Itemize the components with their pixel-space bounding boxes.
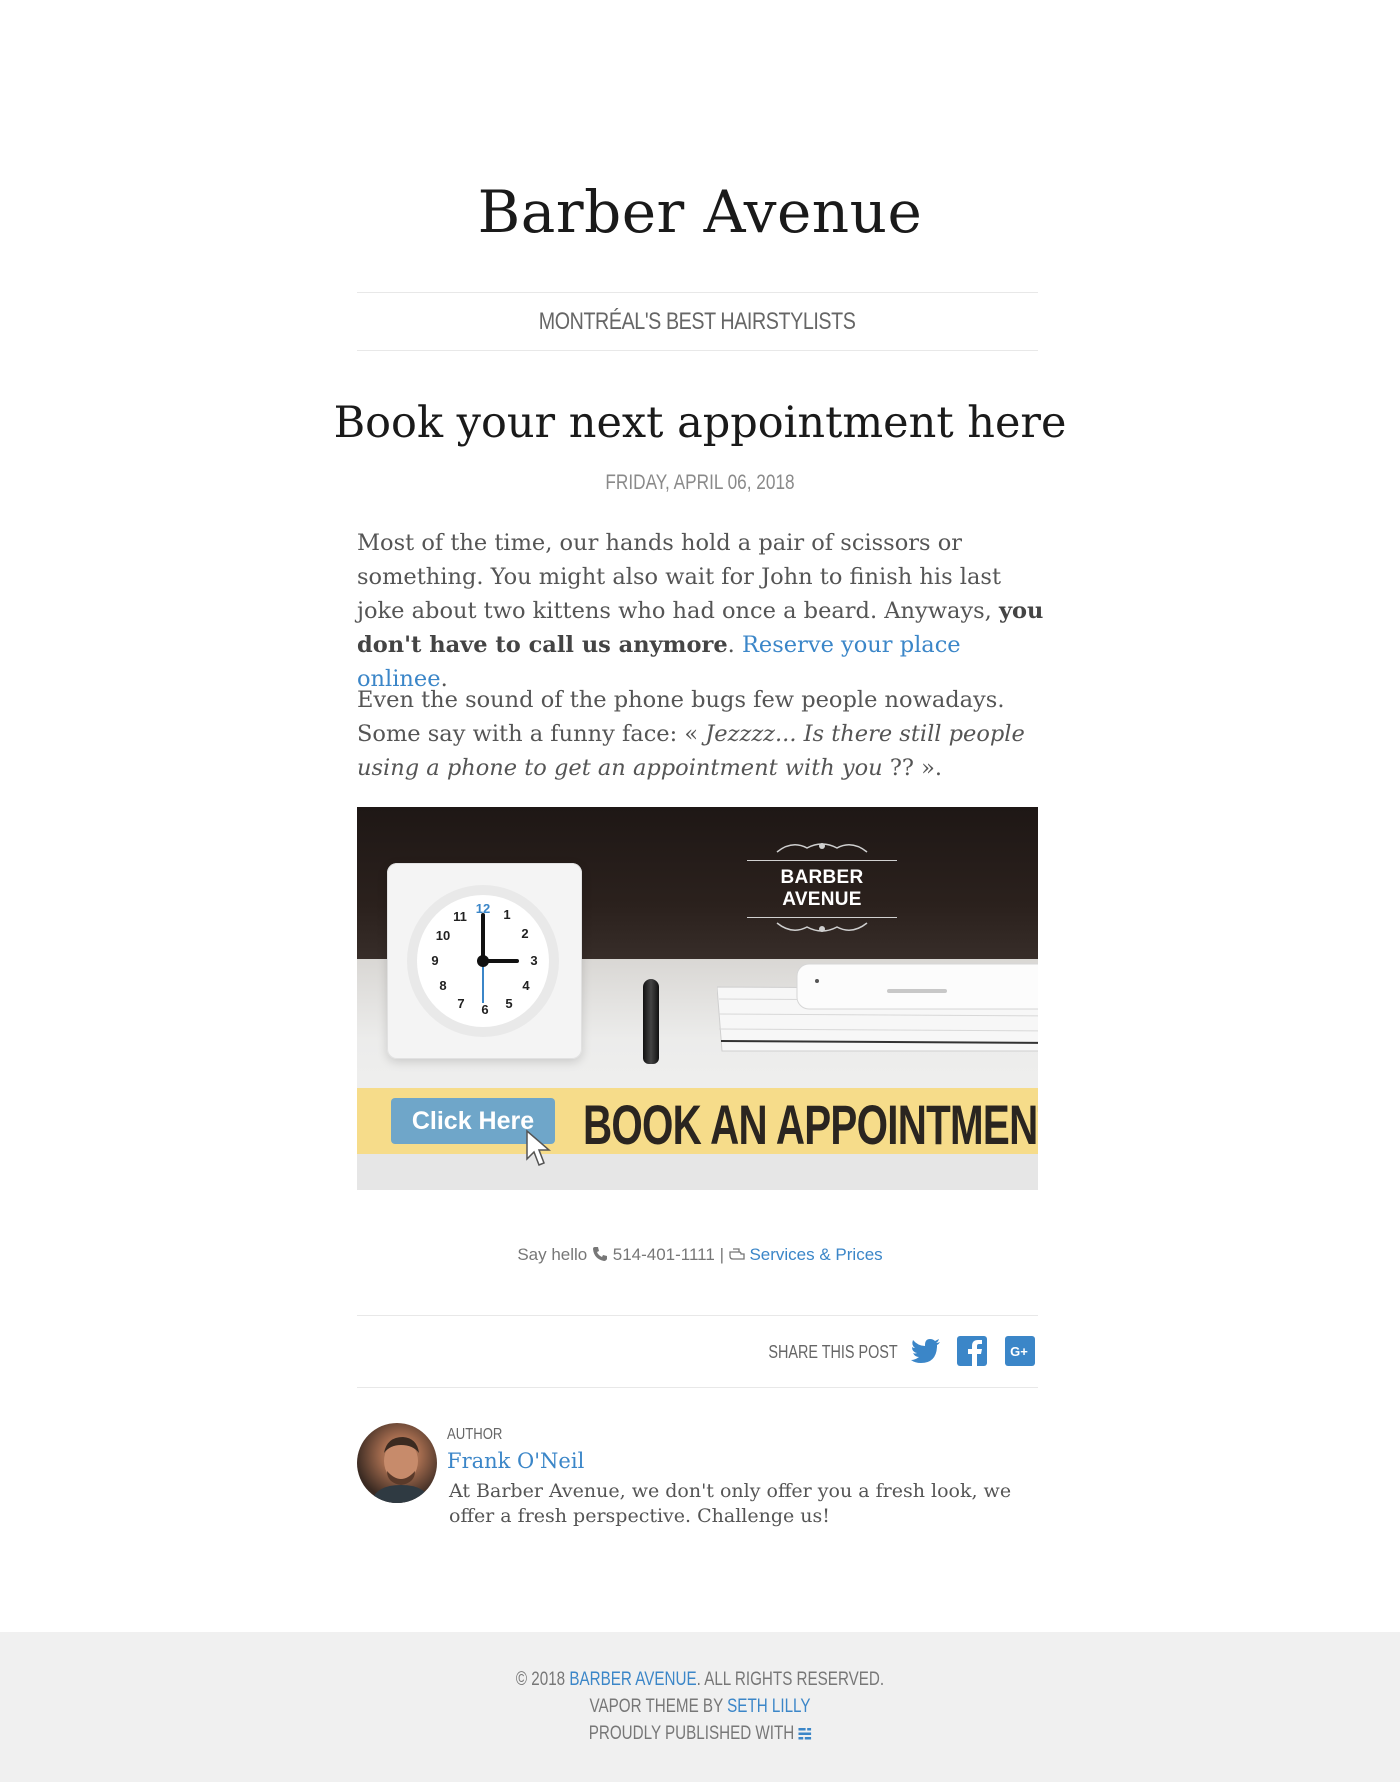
ghost-logo-icon[interactable] <box>798 1728 812 1740</box>
footer-site-link[interactable]: BARBER AVENUE <box>569 1669 696 1690</box>
footer-copyright: © 2018 BARBER AVENUE. ALL RIGHTS RESERVE… <box>140 1669 1260 1691</box>
pen-image <box>643 979 659 1064</box>
post-paragraph-2: Even the sound of the phone bugs few peo… <box>357 683 1047 785</box>
banner-brand-text: BARBER AVENUE <box>780 867 864 910</box>
svg-text:3: 3 <box>530 953 537 968</box>
published-text: PROUDLY PUBLISHED WITH <box>588 1723 799 1744</box>
book-appointment-banner[interactable]: BARBER AVENUE 12 1 2 3 4 5 6 7 8 9 10 11 <box>357 807 1038 1190</box>
svg-text:2: 2 <box>521 926 528 941</box>
clock-icon: 12 1 2 3 4 5 6 7 8 9 10 11 <box>407 885 559 1037</box>
contact-separator: | <box>719 1245 724 1264</box>
paragraph-text: . <box>727 632 742 658</box>
facebook-icon[interactable] <box>956 1335 988 1367</box>
svg-text:9: 9 <box>431 953 438 968</box>
ornament-icon <box>776 843 868 853</box>
author-bio: At Barber Avenue, we don't only offer yo… <box>449 1480 1012 1527</box>
paragraph-text: Most of the time, our hands hold a pair … <box>357 530 1001 624</box>
banner-brand-logo: BARBER AVENUE <box>747 839 897 939</box>
copyright-text: © 2018 <box>515 1669 570 1690</box>
tagline-bar: MONTRÉAL'S BEST HAIRSTYLISTS <box>357 292 1038 351</box>
svg-text:5: 5 <box>505 996 512 1011</box>
svg-text:11: 11 <box>453 909 467 924</box>
svg-text:4: 4 <box>522 978 530 993</box>
twitter-icon[interactable] <box>910 1335 942 1367</box>
contact-line: Say hello 514-401-1111 | Services & Pric… <box>0 1245 1400 1265</box>
site-tagline: MONTRÉAL'S BEST HAIRSTYLISTS <box>539 307 856 335</box>
ornament-icon <box>776 922 868 932</box>
theme-text: VAPOR THEME BY <box>589 1696 728 1717</box>
paragraph-text: ?? ». <box>882 755 943 781</box>
hand-pointer-icon <box>729 1248 745 1260</box>
google-plus-icon[interactable]: G+ <box>1004 1335 1036 1367</box>
post-date: FRIDAY, APRIL 06, 2018 <box>605 471 795 494</box>
logo-divider <box>747 917 897 918</box>
svg-text:6: 6 <box>481 1002 488 1017</box>
author-photo-icon <box>371 1437 431 1503</box>
share-bar: SHARE THIS POST G+ <box>357 1315 1038 1388</box>
book-appointment-text: BOOK AN APPOINTMENT <box>583 1093 1038 1156</box>
author-avatar[interactable] <box>357 1423 437 1503</box>
svg-text:1: 1 <box>503 907 510 922</box>
say-hello-label: Say hello <box>517 1245 588 1264</box>
post-paragraph-1: Most of the time, our hands hold a pair … <box>357 526 1047 696</box>
svg-text:7: 7 <box>457 996 464 1011</box>
phone-icon <box>593 1247 607 1261</box>
share-label: SHARE THIS POST <box>768 1342 898 1362</box>
post-title: Book your next appointment here <box>333 398 1067 448</box>
site-title[interactable]: Barber Avenue <box>0 178 1400 246</box>
banner-bottom <box>357 1154 1038 1190</box>
logo-divider <box>747 860 897 861</box>
mouse-cursor-icon <box>526 1129 552 1166</box>
site-footer: © 2018 BARBER AVENUE. ALL RIGHTS RESERVE… <box>0 1632 1400 1782</box>
svg-text:10: 10 <box>436 928 450 943</box>
author-label: AUTHOR <box>447 1426 503 1443</box>
copyright-text: . ALL RIGHTS RESERVED. <box>696 1669 885 1690</box>
author-box: AUTHOR Frank O'Neil At Barber Avenue, we… <box>357 1422 1038 1542</box>
notebook-and-phone-image <box>717 963 1038 1052</box>
theme-author-link[interactable]: SETH LILLY <box>727 1696 810 1717</box>
services-prices-link[interactable]: Services & Prices <box>749 1245 882 1264</box>
author-name-link[interactable]: Frank O'Neil <box>447 1449 584 1473</box>
svg-text:G+: G+ <box>1010 1344 1028 1359</box>
footer-theme: VAPOR THEME BY SETH LILLY <box>140 1696 1260 1718</box>
phone-number[interactable]: 514-401-1111 <box>613 1245 715 1264</box>
svg-text:8: 8 <box>439 978 446 993</box>
footer-published: PROUDLY PUBLISHED WITH <box>140 1723 1260 1745</box>
